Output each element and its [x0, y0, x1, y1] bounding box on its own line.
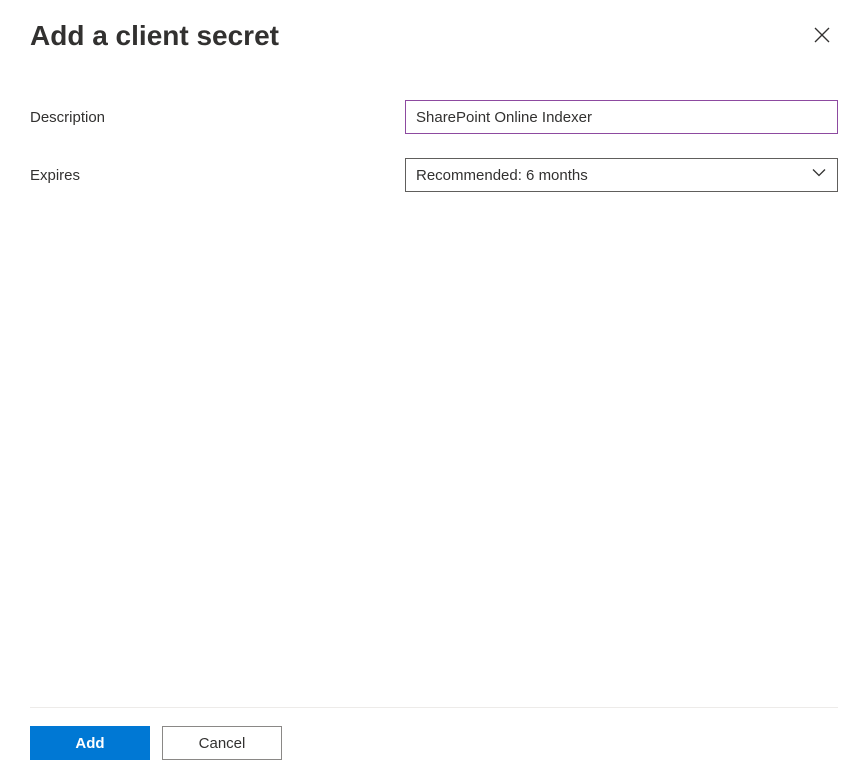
description-input[interactable] — [405, 100, 838, 134]
expires-select[interactable]: Recommended: 6 months — [405, 158, 838, 192]
add-client-secret-panel: Add a client secret Description Expires … — [0, 0, 868, 778]
description-row: Description — [30, 100, 838, 134]
expires-select-value: Recommended: 6 months — [416, 167, 588, 184]
close-icon — [814, 27, 830, 46]
expires-label: Expires — [30, 167, 405, 184]
description-label: Description — [30, 109, 405, 126]
add-button[interactable]: Add — [30, 726, 150, 760]
form-area: Description Expires Recommended: 6 month… — [30, 100, 838, 707]
close-button[interactable] — [806, 20, 838, 52]
expires-row: Expires Recommended: 6 months — [30, 158, 838, 192]
cancel-button[interactable]: Cancel — [162, 726, 282, 760]
panel-footer: Add Cancel — [30, 707, 838, 778]
panel-header: Add a client secret — [30, 20, 838, 52]
panel-title: Add a client secret — [30, 20, 279, 52]
expires-select-wrapper: Recommended: 6 months — [405, 158, 838, 192]
